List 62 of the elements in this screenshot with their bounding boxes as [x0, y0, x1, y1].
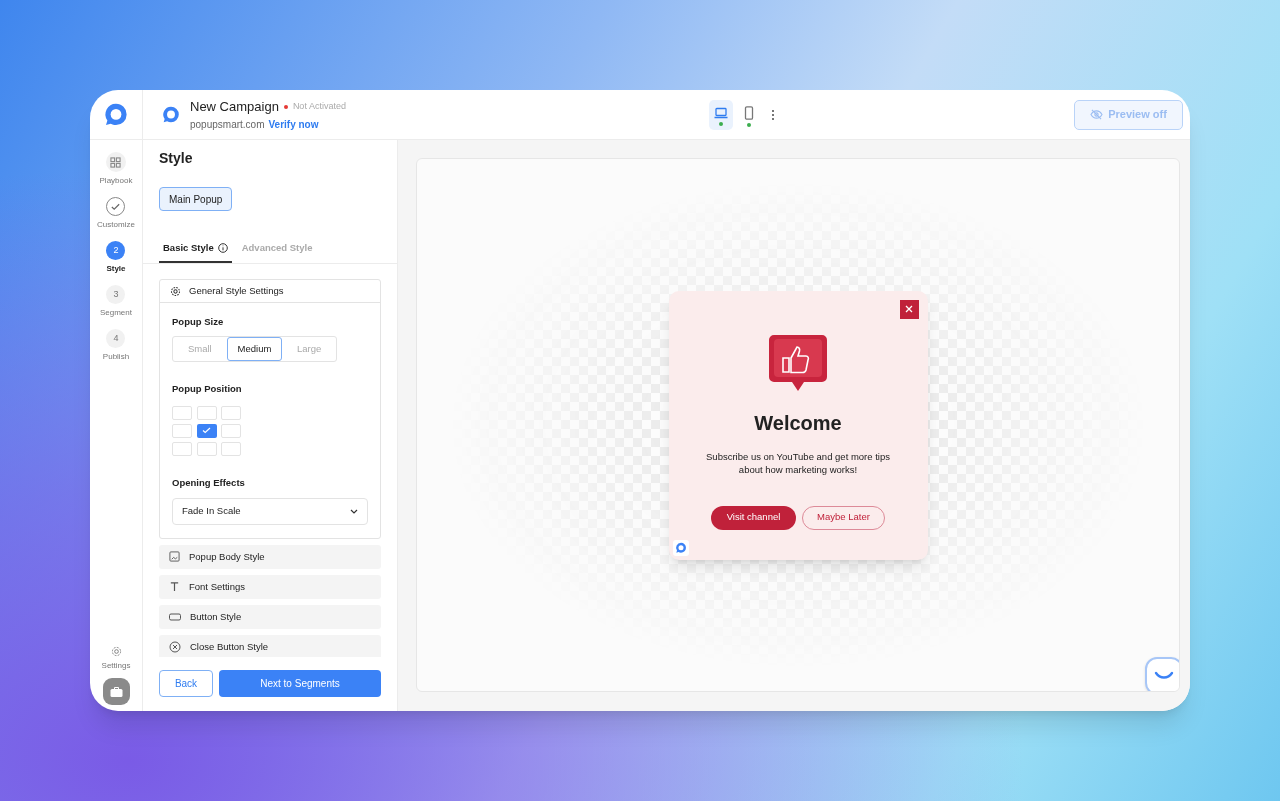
field-label: Popup Size — [172, 315, 225, 329]
position-cell[interactable] — [172, 423, 192, 438]
style-tab[interactable]: Basic Style — [159, 235, 232, 263]
brand-badge-icon — [673, 540, 688, 555]
step-number[interactable]: 2 — [106, 241, 126, 260]
verify-link[interactable]: Verify now — [268, 116, 319, 132]
check-icon[interactable] — [106, 197, 126, 216]
step-label[interactable]: Customize — [97, 219, 135, 231]
position-cell[interactable] — [196, 405, 217, 420]
smile-icon — [1154, 671, 1174, 681]
style-section-row[interactable]: Close Button Style — [159, 634, 381, 657]
main-popup-chip[interactable]: Main Popup — [159, 187, 233, 211]
thumbs-up-icon — [768, 333, 828, 392]
step-label[interactable]: Segment — [99, 307, 132, 319]
settings-icon[interactable] — [110, 646, 122, 657]
position-cell[interactable] — [172, 405, 192, 420]
step-label[interactable]: Publish — [102, 351, 130, 363]
button-shape-icon — [169, 612, 181, 621]
status-text: Not Activated — [292, 100, 346, 114]
visit-button[interactable]: Visit channel — [711, 505, 796, 530]
close-circle-icon — [169, 640, 181, 653]
general-settings-header[interactable]: General Style Settings — [160, 280, 380, 303]
briefcase-button[interactable] — [102, 678, 130, 705]
panel-title: Style — [159, 149, 194, 168]
back-button[interactable]: Back — [159, 669, 213, 697]
next-button[interactable]: Next to Segments — [219, 669, 381, 697]
step-number[interactable]: 3 — [106, 285, 126, 304]
domain-text: popupsmart.com — [190, 117, 265, 132]
desktop-icon[interactable] — [709, 99, 733, 130]
close-button[interactable] — [899, 299, 919, 319]
step-label[interactable]: Playbook — [99, 175, 133, 187]
briefcase-icon — [109, 685, 123, 698]
chat-widget-button[interactable] — [1145, 657, 1179, 691]
popup-text: Subscribe us on YouTube and get more tips about how marketing works! — [705, 449, 891, 476]
popup-title: Welcome — [754, 410, 842, 436]
campaign-title: New Campaign — [190, 98, 279, 117]
settings-label[interactable]: Settings — [101, 660, 131, 672]
position-cell[interactable] — [196, 423, 217, 438]
step-number[interactable]: 4 — [106, 329, 126, 348]
eye-off-icon — [1090, 109, 1104, 120]
settings-icon — [170, 285, 181, 297]
chevron-down-icon — [350, 508, 358, 514]
field-label: Opening Effects — [172, 475, 246, 490]
image-icon — [169, 551, 180, 563]
check-icon — [202, 427, 211, 434]
field-label: Popup Position — [172, 382, 243, 397]
position-cell[interactable] — [221, 423, 241, 438]
position-cell[interactable] — [221, 405, 241, 420]
size-option[interactable]: Medium — [226, 337, 283, 362]
info-icon — [217, 243, 228, 253]
text-icon — [169, 581, 180, 593]
position-cell[interactable] — [172, 441, 192, 456]
step-label[interactable]: Style — [106, 263, 126, 275]
grid-icon[interactable] — [106, 152, 126, 172]
style-section-row[interactable]: Font Settings — [159, 574, 381, 599]
style-section-row[interactable]: Button Style — [159, 604, 381, 629]
effect-dropdown[interactable]: Fade In Scale — [172, 497, 368, 525]
more-icon[interactable] — [771, 108, 775, 121]
style-section-row[interactable]: Popup Body Style — [159, 544, 381, 569]
position-cell[interactable] — [196, 441, 217, 456]
close-icon — [905, 305, 913, 313]
position-cell[interactable] — [221, 441, 241, 456]
